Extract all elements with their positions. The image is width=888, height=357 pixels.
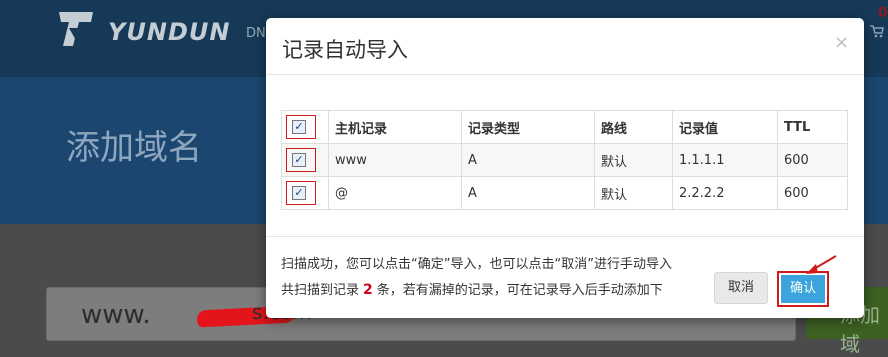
select-all-checkbox[interactable]: ✓ — [292, 120, 306, 134]
row-checkbox-highlight: ✓ — [286, 181, 316, 205]
table-header-row: ✓ 主机记录 记录类型 路线 记录值 TTL — [281, 110, 848, 144]
page-title: 添加域名 — [66, 128, 202, 168]
table-row: ✓ www A 默认 1.1.1.1 600 — [281, 143, 848, 177]
cell-line: 默认 — [594, 176, 673, 210]
modal-title: 记录自动导入 — [282, 38, 408, 62]
row-select-cell: ✓ — [281, 176, 329, 210]
cancel-button[interactable]: 取消 — [714, 272, 768, 304]
select-all-highlight: ✓ — [286, 115, 316, 139]
scan-count-message: 共扫描到记录 2 条，若有漏掉的记录，可在记录导入后手动添加下 — [281, 279, 663, 298]
cell-host: www — [328, 143, 462, 177]
cell-value: 2.2.2.2 — [672, 176, 778, 210]
cart-icon[interactable] — [870, 24, 884, 38]
cell-value: 1.1.1.1 — [672, 143, 778, 177]
brand-name[interactable]: YUNDUN — [108, 18, 230, 46]
select-all-cell: ✓ — [281, 110, 329, 144]
table-row: ✓ @ A 默认 2.2.2.2 600 — [281, 176, 848, 210]
record-count: 2 — [363, 282, 373, 298]
confirm-button-highlight: 确认 — [777, 271, 829, 307]
domain-prefix-text: www. — [81, 300, 151, 330]
nav-item-dns[interactable]: DN — [246, 26, 266, 41]
pointer-arrow-icon — [806, 255, 837, 274]
modal-header: 记录自动导入 × — [266, 18, 864, 75]
cell-ttl: 600 — [777, 176, 848, 210]
scan-success-message: 扫描成功，您可以点击“确定”导入，也可以点击“取消”进行手动导入 — [281, 257, 672, 272]
cell-ttl: 600 — [777, 143, 848, 177]
count-message-prefix: 共扫描到记录 — [281, 283, 360, 298]
cell-host: @ — [328, 176, 462, 210]
row-checkbox[interactable]: ✓ — [292, 186, 306, 200]
header-line: 路线 — [594, 110, 673, 144]
header-value: 记录值 — [672, 110, 778, 144]
row-select-cell: ✓ — [281, 143, 329, 177]
count-message-suffix: 条，若有漏掉的记录，可在记录导入后手动添加下 — [376, 283, 663, 298]
header-host: 主机记录 — [328, 110, 462, 144]
header-type: 记录类型 — [461, 110, 595, 144]
cell-type: A — [461, 143, 595, 177]
records-table: ✓ 主机记录 记录类型 路线 记录值 TTL ✓ www A 默认 1.1.1.… — [281, 110, 848, 210]
modal-footer: 扫描成功，您可以点击“确定”导入，也可以点击“取消”进行手动导入 共扫描到记录 2… — [266, 236, 864, 319]
yundun-logo-icon — [59, 12, 93, 46]
header-ttl: TTL — [777, 110, 848, 144]
close-icon[interactable]: × — [834, 32, 849, 53]
cart-count-badge: 0 — [878, 5, 888, 21]
confirm-button[interactable]: 确认 — [781, 275, 825, 303]
row-checkbox[interactable]: ✓ — [292, 153, 306, 167]
cell-type: A — [461, 176, 595, 210]
row-checkbox-highlight: ✓ — [286, 148, 316, 172]
import-records-modal: 记录自动导入 × ✓ 主机记录 记录类型 路线 记录值 TTL ✓ www A … — [266, 18, 864, 318]
cell-line: 默认 — [594, 143, 673, 177]
